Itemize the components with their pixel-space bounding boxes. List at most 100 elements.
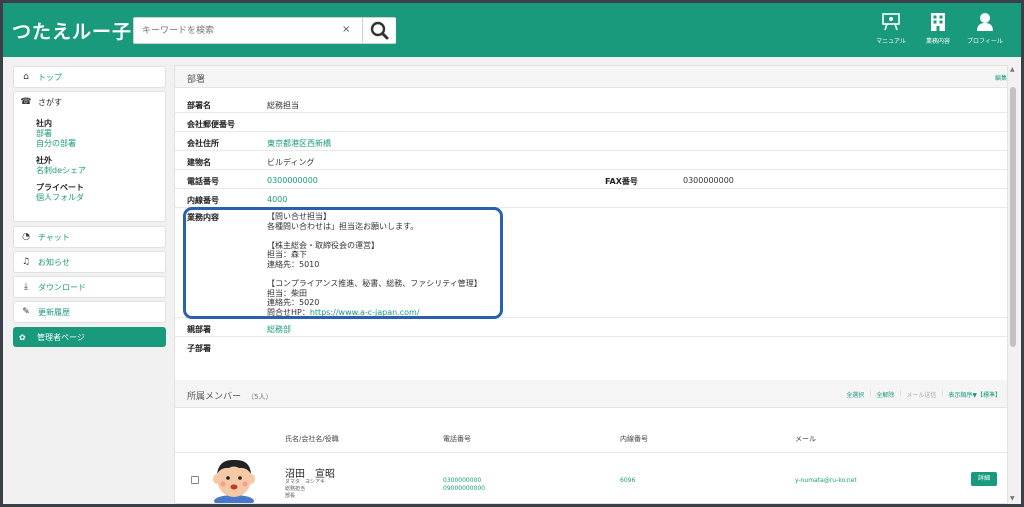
- row-dept-name: 部署名 総務担当: [175, 94, 1007, 113]
- section-title: 部署: [187, 75, 206, 85]
- manual-button[interactable]: マニュアル: [869, 13, 913, 45]
- row-postal: 会社郵便番号: [175, 113, 1007, 132]
- col-header-name: 氏名/会社名/役職: [285, 435, 339, 443]
- member-tools: 全選択 | 全解除 | メール送信 | 表示順序▼【標準】: [846, 390, 1001, 399]
- business-button[interactable]: 業務内容: [916, 13, 960, 45]
- profile-label: プロフィール: [967, 38, 1003, 45]
- member-kana: ヌマタ ヨシアキ: [285, 479, 326, 485]
- clear-all-button[interactable]: 全解除: [876, 390, 894, 399]
- edit-link[interactable]: 編集: [995, 73, 1007, 82]
- field-label: 内線番号: [187, 196, 219, 205]
- col-header-mail: メール: [795, 435, 816, 443]
- highlight-box: [183, 207, 503, 319]
- chat-icon: ◔: [22, 232, 30, 242]
- sidebar-link-my-dept[interactable]: 自分の部署: [36, 139, 165, 149]
- sidebar-group-private: プライベート 個人フォルダ: [14, 182, 165, 203]
- select-all-button[interactable]: 全選択: [846, 390, 864, 399]
- sort-dropdown[interactable]: 表示順序▼【標準】: [948, 390, 1001, 399]
- main-panel: 部署 編集 部署名 総務担当 会社郵便番号 会社住所 東京都港区西新橋 建物名 …: [174, 65, 1008, 504]
- members-header: 所属メンバー （5人） 全選択 | 全解除 | メール送信 | 表示順序▼【標準】: [175, 380, 1007, 408]
- group-title: プライベート: [36, 183, 84, 192]
- sidebar-item-download[interactable]: ⤓ ダウンロード: [13, 276, 166, 298]
- sidebar-link-personal-folder[interactable]: 個人フォルダ: [36, 193, 165, 203]
- business-label: 業務内容: [925, 38, 950, 45]
- search-clear-button[interactable]: ×: [342, 24, 350, 35]
- group-title: 社外: [36, 156, 52, 165]
- sidebar-item-chat[interactable]: ◔ チャット: [13, 226, 166, 248]
- scroll-down-icon[interactable]: ▼: [1010, 495, 1015, 502]
- row-phone: 電話番号 0300000000 FAX番号 0300000000: [175, 170, 1007, 189]
- parent-dept-link[interactable]: 総務部: [267, 324, 291, 335]
- bell-icon: ♫: [21, 257, 31, 267]
- building-icon: [931, 13, 945, 31]
- member-phone-1[interactable]: 0300000000: [443, 477, 485, 485]
- scrollbar-thumb[interactable]: [1010, 87, 1016, 347]
- member-phone-2[interactable]: 09000000000: [443, 485, 485, 493]
- sidebar-item-top[interactable]: ⌂ トップ: [14, 67, 165, 87]
- field-label: 部署名: [187, 101, 211, 110]
- table-row: 沼田 宣昭 ヌマタ ヨシアキ 総務担当 部長 0300000000 090000…: [175, 452, 1007, 504]
- field-label: 建物名: [187, 158, 211, 167]
- app-window: つたえルー子 × マニュアル: [3, 3, 1021, 504]
- sidebar-item-label: さがす: [38, 97, 62, 107]
- sidebar-search: ☎ さがす 社内 部署 自分の部署 社外 名刺deシェア プライベート 個人フォ…: [13, 91, 166, 222]
- sidebar-item-label: 更新履歴: [38, 307, 70, 317]
- download-icon: ⤓: [24, 282, 28, 292]
- detail-button[interactable]: 詳細: [971, 472, 997, 486]
- sidebar-item-label: トップ: [38, 72, 62, 82]
- col-header-ext: 内線番号: [620, 435, 648, 443]
- group-title: 社内: [36, 119, 52, 128]
- member-name[interactable]: 沼田 宣昭: [285, 465, 335, 480]
- dept-section-header: 部署 編集: [175, 66, 1007, 88]
- sidebar-item-label: ダウンロード: [38, 282, 86, 292]
- sidebar-top[interactable]: ⌂ トップ: [13, 66, 166, 88]
- home-icon: ⌂: [23, 72, 29, 82]
- field-label: 会社住所: [187, 139, 219, 148]
- manual-icon: [882, 13, 900, 31]
- sidebar-item-label: 管理者ページ: [37, 332, 85, 342]
- field-value: ビルディング: [267, 158, 315, 167]
- member-count: （5人）: [247, 393, 273, 401]
- sidebar-link-dept[interactable]: 部署: [36, 129, 165, 139]
- members-title: 所属メンバー （5人）: [187, 389, 272, 402]
- member-checkbox[interactable]: [191, 476, 199, 484]
- member-phones: 0300000000 09000000000: [443, 477, 485, 493]
- members-title-text: 所属メンバー: [187, 392, 242, 402]
- search-icon: [370, 21, 389, 40]
- avatar: [213, 459, 255, 503]
- field-label: 電話番号: [187, 177, 219, 186]
- scroll-up-icon[interactable]: ▲: [1010, 66, 1015, 73]
- sidebar-item-label: チャット: [38, 232, 70, 242]
- field-value: 0300000000: [683, 176, 734, 185]
- sidebar-item-search[interactable]: ☎ さがす: [14, 92, 165, 112]
- sidebar-link-card-share[interactable]: 名刺deシェア: [36, 166, 165, 176]
- scrollbar[interactable]: ▲ ▼: [1009, 65, 1018, 504]
- phone-icon: ☎: [20, 97, 32, 107]
- member-mail[interactable]: y-numata@ru-ko.net: [795, 477, 857, 484]
- app-logo[interactable]: つたえルー子: [12, 17, 132, 44]
- ext-link[interactable]: 4000: [267, 195, 287, 204]
- member-sub: ヌマタ ヨシアキ 総務担当 部長: [285, 479, 325, 500]
- sidebar-item-notice[interactable]: ♫ お知らせ: [13, 251, 166, 273]
- col-header-phone: 電話番号: [443, 435, 471, 443]
- profile-button[interactable]: プロフィール: [963, 13, 1007, 45]
- search-button[interactable]: [362, 18, 396, 43]
- phone-link[interactable]: 0300000000: [267, 176, 318, 185]
- sidebar-item-history[interactable]: ✎ 更新履歴: [13, 301, 166, 323]
- sidebar-item-admin[interactable]: ✿ 管理者ページ: [13, 327, 166, 347]
- address-link[interactable]: 東京都港区西新橋: [267, 138, 331, 149]
- field-label: 子部署: [187, 344, 211, 353]
- sidebar-group-external: 社外 名刺deシェア: [14, 155, 165, 176]
- sidebar-group-internal: 社内 部署 自分の部署: [14, 118, 165, 149]
- field-label: FAX番号: [605, 177, 638, 186]
- field-label: 会社郵便番号: [187, 120, 235, 129]
- row-parent: 親部署 総務部: [175, 318, 1007, 337]
- row-building: 建物名 ビルディング: [175, 151, 1007, 170]
- user-icon: [977, 13, 993, 31]
- member-ext[interactable]: 6096: [620, 477, 635, 484]
- member-role: 部長: [285, 493, 296, 499]
- row-child: 子部署: [175, 337, 1007, 356]
- field-label: 親部署: [187, 325, 211, 334]
- send-mail-button[interactable]: メール送信: [906, 390, 936, 399]
- search-input[interactable]: [142, 24, 342, 38]
